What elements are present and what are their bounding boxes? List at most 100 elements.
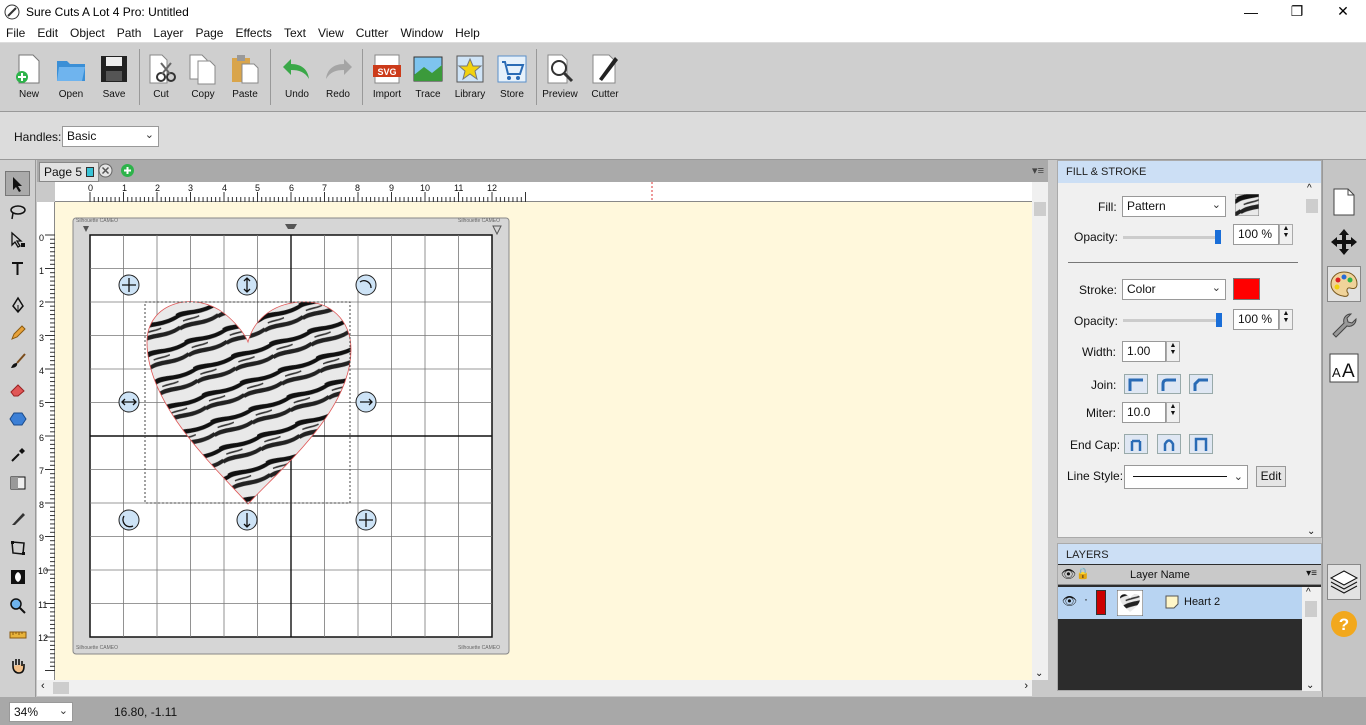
preview-button[interactable]: Preview: [539, 51, 581, 107]
handles-select[interactable]: Basic ⌄: [62, 126, 159, 147]
rotate-handle[interactable]: [355, 274, 377, 296]
layers-panel-button[interactable]: [1327, 564, 1361, 600]
add-page-icon[interactable]: [120, 163, 135, 178]
knife-tool[interactable]: [5, 506, 30, 531]
trace-image-icon: [413, 56, 443, 82]
stroke-opacity-thumb[interactable]: [1216, 313, 1222, 327]
text-tool[interactable]: [5, 256, 30, 281]
menu-object[interactable]: Object: [64, 26, 111, 40]
stroke-type-select[interactable]: Color ⌄: [1122, 279, 1226, 300]
page-panel-button[interactable]: [1327, 184, 1361, 220]
fill-type-select[interactable]: Pattern ⌄: [1122, 196, 1226, 217]
pattern-swatch[interactable]: [1235, 194, 1259, 216]
menu-effects[interactable]: Effects: [229, 26, 277, 40]
menu-page[interactable]: Page: [189, 26, 229, 40]
stroke-width-stepper[interactable]: ▲ ▼: [1166, 341, 1180, 362]
menu-file[interactable]: File: [0, 26, 31, 40]
chevron-down-icon: ⌄: [1211, 199, 1221, 211]
copy-button[interactable]: Copy: [182, 51, 224, 107]
main-toolbar: New Open Save Cut Copy Paste Undo Redo S…: [0, 43, 1366, 112]
visibility-eye-icon[interactable]: 👁: [1062, 594, 1077, 608]
canvas-horizontal-scrollbar[interactable]: ‹ ›: [37, 680, 1032, 696]
bevel-join-button[interactable]: [1189, 374, 1213, 394]
miter-input[interactable]: 10.0: [1122, 402, 1166, 423]
layers-scrollbar[interactable]: ^ ⌄: [1302, 587, 1321, 691]
round-join-button[interactable]: [1157, 374, 1181, 394]
new-button[interactable]: New: [8, 51, 50, 107]
menu-help[interactable]: Help: [449, 26, 486, 40]
close-page-icon[interactable]: [98, 163, 113, 178]
pencil-tool[interactable]: [5, 320, 30, 345]
redo-button[interactable]: Redo: [317, 51, 359, 107]
square-cap-button[interactable]: [1189, 434, 1213, 454]
stroke-opacity-input[interactable]: 100 %: [1233, 309, 1279, 330]
trace-button[interactable]: Trace: [407, 51, 449, 107]
line-style-select[interactable]: ⌄: [1124, 465, 1248, 489]
fill-opacity-stepper[interactable]: ▲ ▼: [1279, 224, 1293, 245]
layers-menu-icon[interactable]: ▾≡: [1306, 568, 1317, 579]
measure-tool[interactable]: [5, 622, 30, 647]
zoom-tool[interactable]: [5, 593, 30, 618]
fill-stroke-panel-button[interactable]: [1327, 266, 1361, 302]
layer-color-swatch[interactable]: [1096, 590, 1106, 615]
save-button[interactable]: Save: [93, 51, 135, 107]
eraser-tool[interactable]: [5, 376, 30, 401]
design-canvas[interactable]: Silhouette CAMEO Silhouette CAMEO Silhou…: [55, 202, 1032, 680]
stroke-opacity-stepper[interactable]: ▲ ▼: [1279, 309, 1293, 330]
zoom-select[interactable]: 34% ⌄: [9, 702, 73, 722]
tools-panel-button[interactable]: [1327, 308, 1361, 344]
tab-menu-icon[interactable]: ▾≡: [1032, 164, 1044, 177]
close-button[interactable]: ✕: [1320, 0, 1366, 23]
paste-button[interactable]: Paste: [224, 51, 266, 107]
fill-opacity-slider[interactable]: [1123, 236, 1218, 239]
fill-opacity-thumb[interactable]: [1215, 230, 1221, 244]
cutting-mat[interactable]: [55, 202, 1032, 680]
layer-row[interactable]: 👁 · Heart 2: [1058, 587, 1302, 619]
minimize-button[interactable]: —: [1228, 0, 1274, 23]
butt-cap-button[interactable]: [1124, 434, 1148, 454]
brush-tool[interactable]: [5, 348, 30, 373]
text-panel-button[interactable]: AA: [1327, 350, 1361, 386]
menu-window[interactable]: Window: [394, 26, 449, 40]
select-tool[interactable]: [5, 171, 30, 196]
cutter-button[interactable]: Cutter: [584, 51, 626, 107]
miter-stepper[interactable]: ▲ ▼: [1166, 402, 1180, 423]
menu-text[interactable]: Text: [278, 26, 312, 40]
node-select-tool[interactable]: [5, 227, 30, 252]
stroke-opacity-slider[interactable]: [1123, 319, 1218, 322]
stroke-width-input[interactable]: 1.00: [1122, 341, 1166, 362]
tab-page-5[interactable]: Page 5: [39, 162, 100, 182]
library-button[interactable]: Library: [449, 51, 491, 107]
gradient-tool[interactable]: [5, 470, 30, 495]
square-cap-icon: [1194, 437, 1208, 451]
menu-cutter[interactable]: Cutter: [350, 26, 395, 40]
undo-button[interactable]: Undo: [276, 51, 318, 107]
stroke-color-swatch[interactable]: [1233, 278, 1260, 300]
menu-path[interactable]: Path: [111, 26, 148, 40]
transform-panel-button[interactable]: [1327, 224, 1361, 260]
shape-tool[interactable]: [5, 406, 30, 431]
hand-pan-icon: [11, 658, 25, 674]
lock-dot-icon[interactable]: ·: [1084, 592, 1088, 606]
help-button[interactable]: ?: [1327, 606, 1361, 642]
maximize-button[interactable]: ❐: [1274, 0, 1320, 23]
cut-button[interactable]: Cut: [140, 51, 182, 107]
miter-join-button[interactable]: [1124, 374, 1148, 394]
lasso-tool[interactable]: [5, 199, 30, 224]
import-button[interactable]: SVG Import: [366, 51, 408, 107]
menu-edit[interactable]: Edit: [31, 26, 64, 40]
canvas-vertical-scrollbar[interactable]: ⌄: [1032, 182, 1048, 680]
menu-layer[interactable]: Layer: [147, 26, 189, 40]
edit-line-style-button[interactable]: Edit: [1256, 466, 1286, 487]
eyedropper-tool[interactable]: [5, 442, 30, 467]
pan-tool[interactable]: [5, 652, 30, 677]
fill-opacity-input[interactable]: 100 %: [1233, 224, 1279, 245]
crop-tool[interactable]: [5, 535, 30, 560]
weld-tool[interactable]: [5, 564, 30, 589]
store-button[interactable]: Store: [491, 51, 533, 107]
pen-tool[interactable]: [5, 292, 30, 317]
open-button[interactable]: Open: [50, 51, 92, 107]
panel-scrollbar[interactable]: ^ ⌄: [1305, 183, 1319, 537]
menu-view[interactable]: View: [312, 26, 350, 40]
round-cap-button[interactable]: [1157, 434, 1181, 454]
